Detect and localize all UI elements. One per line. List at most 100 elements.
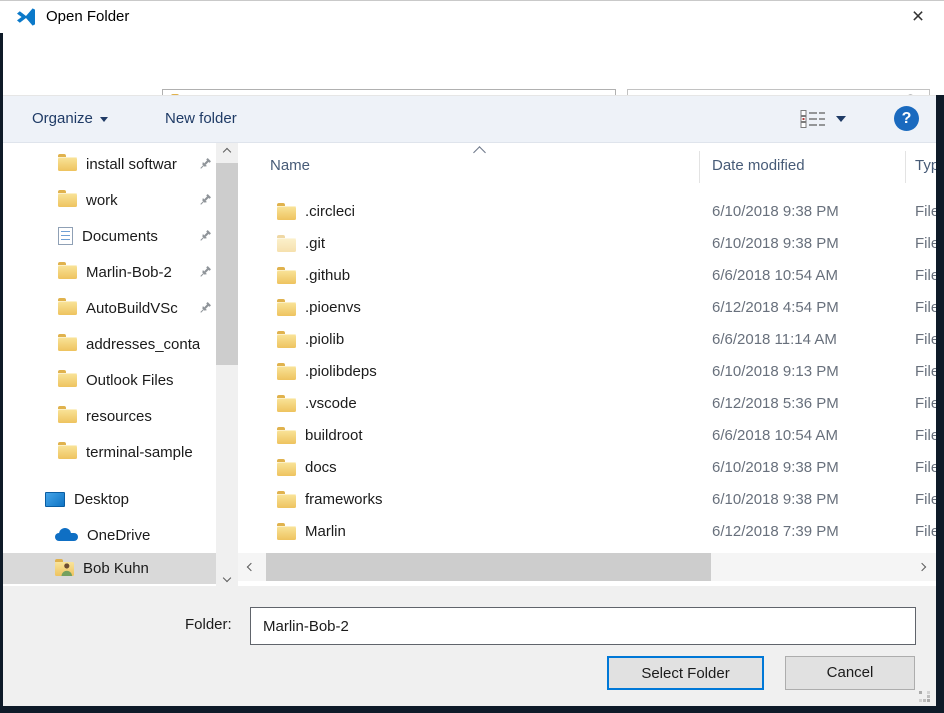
organize-menu-button[interactable]: Organize xyxy=(32,96,108,142)
chevron-down-icon xyxy=(223,573,231,581)
caret-down-icon xyxy=(836,116,846,122)
file-row-vscode[interactable]: .vscode 6/12/2018 5:36 PM File xyxy=(238,389,936,421)
desktop-icon xyxy=(45,492,65,507)
folder-icon xyxy=(277,238,296,252)
documents-icon xyxy=(58,227,73,245)
column-header-type[interactable]: Typ xyxy=(915,157,936,174)
file-name: .pioenvs xyxy=(305,299,361,316)
file-date-modified: 6/10/2018 9:38 PM xyxy=(712,491,839,508)
file-name: frameworks xyxy=(305,491,383,508)
file-row-buildroot[interactable]: buildroot 6/6/2018 10:54 AM File xyxy=(238,421,936,453)
sidebar-item-label: work xyxy=(86,192,118,209)
horizontal-scrollbar[interactable] xyxy=(238,553,936,581)
pin-icon[interactable] xyxy=(198,193,212,211)
caret-down-icon xyxy=(100,117,108,122)
file-type: File xyxy=(915,203,936,220)
sidebar-item-install-softwar[interactable]: install softwar xyxy=(3,146,216,182)
sidebar-item-label: terminal-sample xyxy=(86,444,193,461)
file-row-git[interactable]: .git 6/10/2018 9:38 PM File xyxy=(238,229,936,261)
sidebar-item-outlook-files[interactable]: Outlook Files xyxy=(3,362,216,398)
file-row-github[interactable]: .github 6/6/2018 10:54 AM File xyxy=(238,261,936,293)
help-button[interactable]: ? xyxy=(894,106,919,131)
pin-icon[interactable] xyxy=(198,301,212,319)
navigation-bar: ← → ↑ « GitHub Marlin-Bob-2 ↻ xyxy=(0,33,944,95)
file-row-piolibdeps[interactable]: .piolibdeps 6/10/2018 9:13 PM File xyxy=(238,357,936,389)
horizontal-scrollbar-thumb[interactable] xyxy=(266,553,711,581)
window-border-right xyxy=(936,95,944,713)
dialog-title: Open Folder xyxy=(46,0,129,33)
folder-icon xyxy=(277,462,296,476)
sidebar-item-resources[interactable]: resources xyxy=(3,398,216,434)
file-name: .piolib xyxy=(305,331,344,348)
file-row-marlin[interactable]: Marlin 6/12/2018 7:39 PM File xyxy=(238,517,936,549)
sidebar-item-onedrive[interactable]: OneDrive xyxy=(3,517,216,553)
file-date-modified: 6/6/2018 10:54 AM xyxy=(712,267,838,284)
sidebar-item-bob-kuhn[interactable]: Bob Kuhn xyxy=(3,553,216,584)
file-type: File xyxy=(915,427,936,444)
file-date-modified: 6/12/2018 7:39 PM xyxy=(712,523,839,540)
folder-icon xyxy=(277,494,296,508)
file-row-circleci[interactable]: .circleci 6/10/2018 9:38 PM File xyxy=(238,197,936,229)
close-button[interactable]: × xyxy=(902,2,934,31)
folder-icon xyxy=(277,334,296,348)
folder-icon xyxy=(58,265,77,279)
file-type: File xyxy=(915,331,936,348)
file-name: Marlin xyxy=(305,523,346,540)
file-type: File xyxy=(915,235,936,252)
pin-icon[interactable] xyxy=(198,229,212,247)
sidebar-item-documents[interactable]: Documents xyxy=(3,218,216,254)
pin-icon[interactable] xyxy=(198,265,212,283)
dialog-footer: Folder: Select Folder Cancel xyxy=(0,586,944,713)
sidebar-item-label: addresses_conta xyxy=(86,336,200,353)
select-folder-button[interactable]: Select Folder xyxy=(607,656,764,690)
file-row-piolib[interactable]: .piolib 6/6/2018 11:14 AM File xyxy=(238,325,936,357)
folder-icon xyxy=(58,445,77,459)
scroll-right-button[interactable] xyxy=(910,553,934,581)
folder-name-input[interactable] xyxy=(250,607,916,645)
sidebar-item-addresses-conta[interactable]: addresses_conta xyxy=(3,326,216,362)
file-type: File xyxy=(915,299,936,316)
window-border-top xyxy=(0,0,944,1)
sidebar-item-desktop[interactable]: Desktop xyxy=(3,481,216,517)
column-header-name[interactable]: Name xyxy=(270,157,310,174)
sidebar-item-marlin-bob-2[interactable]: Marlin-Bob-2 xyxy=(3,254,216,290)
column-separator[interactable] xyxy=(905,151,906,183)
folder-icon xyxy=(58,157,77,171)
file-name: .github xyxy=(305,267,350,284)
sidebar-item-label: resources xyxy=(86,408,152,425)
pin-icon[interactable] xyxy=(198,157,212,175)
new-folder-button[interactable]: New folder xyxy=(165,96,237,142)
file-rows: .circleci 6/10/2018 9:38 PM File .git 6/… xyxy=(238,197,936,549)
file-row-docs[interactable]: docs 6/10/2018 9:38 PM File xyxy=(238,453,936,485)
cancel-button[interactable]: Cancel xyxy=(785,656,915,690)
file-type: File xyxy=(915,267,936,284)
file-name: buildroot xyxy=(305,427,363,444)
sidebar-item-label: Bob Kuhn xyxy=(83,560,149,577)
sidebar-scrollbar-thumb[interactable] xyxy=(216,163,238,365)
column-separator[interactable] xyxy=(699,151,700,183)
dialog-content: install softwar work xyxy=(0,143,944,586)
open-folder-dialog: Open Folder × ← → ↑ « GitHub Marlin-Bob-… xyxy=(0,0,944,713)
sidebar-item-terminal-sample[interactable]: terminal-sample xyxy=(3,434,216,470)
details-view-icon xyxy=(800,109,826,129)
sidebar-item-autobuildvsc[interactable]: AutoBuildVSc xyxy=(3,290,216,326)
sidebar-item-label: Marlin-Bob-2 xyxy=(86,264,172,281)
scroll-left-button[interactable] xyxy=(238,553,264,581)
file-row-frameworks[interactable]: frameworks 6/10/2018 9:38 PM File xyxy=(238,485,936,517)
chevron-left-icon xyxy=(247,563,255,571)
file-name: .piolibdeps xyxy=(305,363,377,380)
folder-icon xyxy=(58,409,77,423)
sidebar-item-work[interactable]: work xyxy=(3,182,216,218)
scroll-up-button[interactable] xyxy=(216,143,238,160)
column-header-date-modified[interactable]: Date modified xyxy=(712,157,805,174)
change-view-button[interactable] xyxy=(800,107,846,131)
folder-icon xyxy=(277,302,296,316)
file-type: File xyxy=(915,363,936,380)
folder-icon xyxy=(58,193,77,207)
sidebar-scrollbar[interactable] xyxy=(216,143,238,586)
scroll-down-button[interactable] xyxy=(216,569,238,586)
file-row-pioenvs[interactable]: .pioenvs 6/12/2018 4:54 PM File xyxy=(238,293,936,325)
file-type: File xyxy=(915,395,936,412)
column-header-row: Name Date modified Typ xyxy=(238,143,936,189)
resize-grip[interactable] xyxy=(919,691,931,703)
